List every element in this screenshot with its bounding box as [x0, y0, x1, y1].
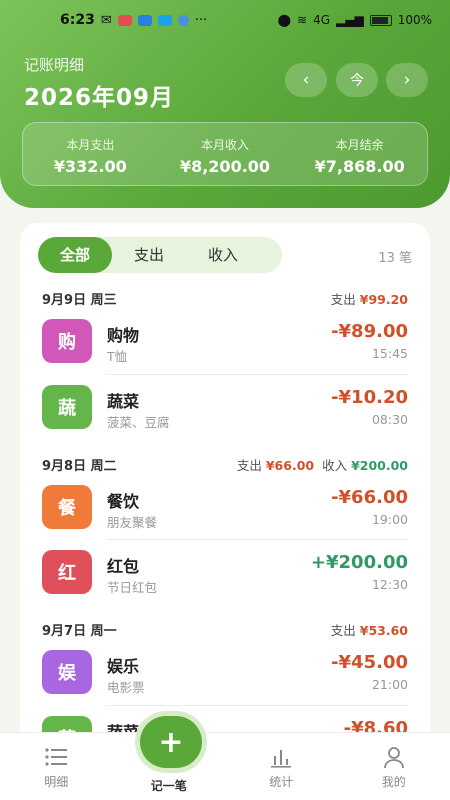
- tab-profile-label: 我的: [381, 775, 406, 789]
- bottom-tab-bar: 明细 记一笔 统计 我的: [0, 732, 450, 800]
- battery-level: 100%: [397, 13, 432, 27]
- signal-icon: 4G: [313, 13, 330, 27]
- tab-add-label: 记一笔: [150, 779, 187, 793]
- wifi-icon: ≋: [297, 13, 308, 27]
- tab-statistics[interactable]: 统计: [225, 733, 338, 800]
- category-icon: 红: [42, 550, 92, 594]
- list-item[interactable]: 娱 娱乐 电影票 -¥45.00 21:00: [42, 640, 408, 704]
- day-header: 9月8日 周二 支出 ¥66.00 收入 ¥200.00: [42, 457, 408, 474]
- tab-profile[interactable]: 我的: [338, 733, 450, 800]
- tab-income[interactable]: 收入: [186, 237, 260, 273]
- prev-month-button[interactable]: ‹: [285, 63, 327, 97]
- summary-expense: 本月支出 ¥332.00: [53, 138, 127, 176]
- tab-statistics-label: 统计: [269, 775, 294, 789]
- more-icon: ···: [194, 12, 208, 28]
- day-header: 9月9日 周三 支出 ¥99.20: [42, 291, 408, 308]
- app-notification-icon: [137, 14, 152, 26]
- tab-detail[interactable]: 明细: [0, 733, 113, 800]
- tab-detail-label: 明细: [44, 775, 69, 789]
- search-app-icon: [157, 14, 172, 26]
- app-notification-icon: [117, 14, 132, 26]
- category-icon: 餐: [42, 485, 92, 529]
- list-icon: [43, 745, 69, 769]
- list-item[interactable]: 红 红包 节日红包 +¥200.00 12:30: [42, 540, 408, 604]
- filter-tabs: 全部 支出 收入: [38, 237, 282, 273]
- list-item[interactable]: 餐 餐饮 朋友聚餐 -¥66.00 19:00: [42, 475, 408, 539]
- tab-expense[interactable]: 支出: [112, 237, 186, 273]
- today-button[interactable]: 今: [336, 63, 378, 97]
- list-item[interactable]: 购 购物 T恤 -¥89.00 15:45: [42, 309, 408, 373]
- list-item[interactable]: 蔬 蔬菜 菠菜、豆腐 -¥10.20 08:30: [42, 375, 408, 439]
- browser-icon: [177, 14, 189, 26]
- month-summary: 本月支出 ¥332.00 本月收入 ¥8,200.00 本月结余 ¥7,868.…: [22, 122, 428, 186]
- status-time: 6:23: [60, 12, 95, 28]
- page-label: 记账明细: [24, 56, 85, 74]
- records-card: 全部 支出 收入 13 笔 9月9日 周三 支出 ¥99.20 购 购物 T恤 …: [20, 223, 430, 783]
- category-icon: 蔬: [42, 385, 92, 429]
- user-icon: [381, 745, 407, 769]
- tab-all[interactable]: 全部: [38, 237, 112, 273]
- status-bar: 6:23 ✉ ··· ⬤ ≋ 4G ▂▄▆ 100%: [0, 0, 450, 40]
- signal-icon: ▂▄▆: [336, 13, 364, 27]
- category-icon: 娱: [42, 650, 92, 694]
- next-month-button[interactable]: ›: [386, 63, 428, 97]
- battery-icon: [369, 14, 392, 26]
- summary-income: 本月收入 ¥8,200.00: [179, 138, 271, 176]
- location-icon: ⬤: [277, 13, 291, 27]
- record-count: 13 笔: [378, 251, 412, 266]
- add-record-button[interactable]: +: [140, 716, 202, 768]
- day-header: 9月7日 周一 支出 ¥53.60: [42, 622, 408, 639]
- bar-chart-icon: [268, 745, 294, 769]
- summary-balance: 本月结余 ¥7,868.00: [314, 138, 405, 176]
- current-month: 2026年09月: [24, 85, 175, 111]
- category-icon: 购: [42, 319, 92, 363]
- mail-icon: ✉: [100, 12, 112, 28]
